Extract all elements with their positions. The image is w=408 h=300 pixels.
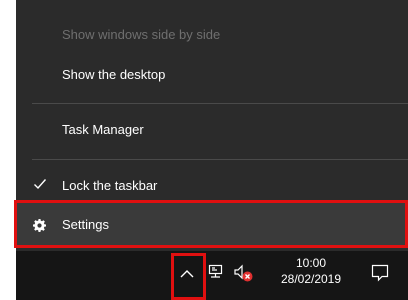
menu-item-label: Lock the taskbar: [62, 178, 158, 193]
menu-separator: [32, 159, 408, 160]
volume-muted-icon[interactable]: [233, 263, 255, 288]
action-center-icon[interactable]: [371, 264, 389, 287]
menu-item-lock-the-taskbar[interactable]: Lock the taskbar: [16, 177, 408, 195]
gear-icon: [33, 219, 46, 237]
menu-separator: [32, 103, 408, 104]
taskbar: 10:00 28/02/2019: [16, 251, 408, 300]
taskbar-context-menu: Show windows side by side Show the deskt…: [16, 0, 408, 251]
menu-item-label: Show the desktop: [62, 67, 166, 82]
network-icon[interactable]: [208, 264, 224, 285]
menu-item-show-the-desktop[interactable]: Show the desktop: [16, 66, 408, 84]
settings-row-content: Settings: [16, 216, 408, 234]
menu-item-settings[interactable]: Settings: [16, 202, 406, 247]
menu-item-show-windows-side-by-side: Show windows side by side: [16, 26, 408, 44]
menu-item-label: Settings: [62, 217, 109, 232]
menu-item-label: Show windows side by side: [62, 27, 221, 42]
clock-date: 28/02/2019: [280, 272, 342, 286]
menu-item-task-manager[interactable]: Task Manager: [16, 121, 408, 139]
menu-item-label: Task Manager: [62, 122, 144, 137]
clock-time: 10:00: [295, 256, 327, 270]
taskbar-clock[interactable]: 10:00 28/02/2019: [271, 255, 351, 287]
checkmark-icon: [33, 177, 47, 195]
chevron-up-icon[interactable]: [180, 266, 194, 284]
